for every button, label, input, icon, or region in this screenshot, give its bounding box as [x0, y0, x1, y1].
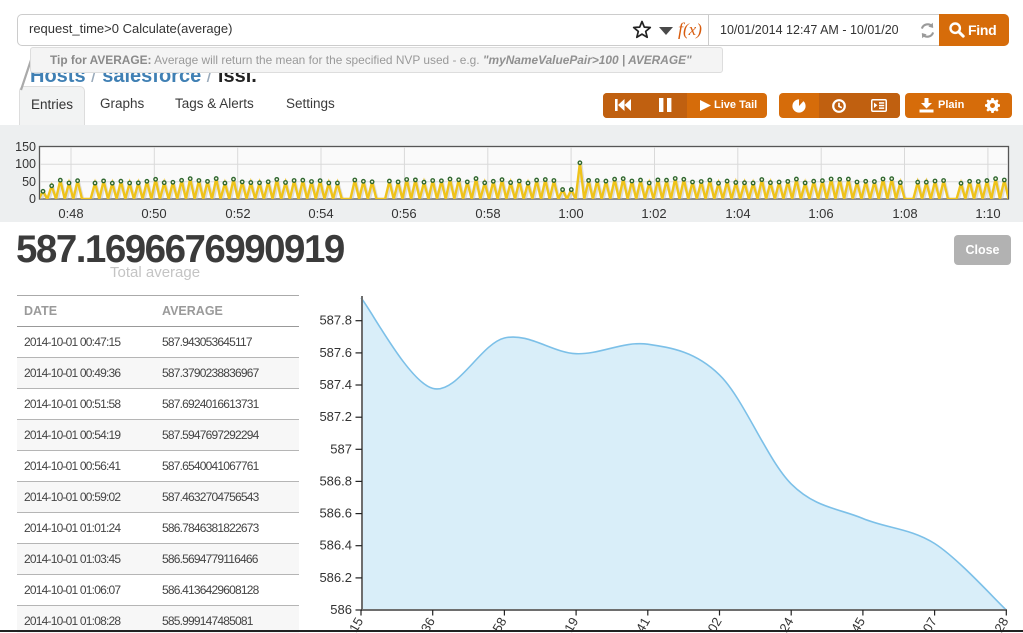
svg-text:587: 587 [330, 441, 352, 456]
svg-text:586.8: 586.8 [319, 473, 352, 488]
svg-text:587.4: 587.4 [319, 377, 352, 392]
svg-text:587.6: 587.6 [319, 345, 352, 360]
svg-text:587.8: 587.8 [319, 313, 352, 328]
svg-text:586: 586 [330, 602, 352, 617]
svg-text:586.2: 586.2 [319, 570, 352, 585]
svg-text:586.6: 586.6 [319, 506, 352, 521]
svg-text:587.2: 587.2 [319, 409, 352, 424]
svg-text:586.4: 586.4 [319, 538, 352, 553]
